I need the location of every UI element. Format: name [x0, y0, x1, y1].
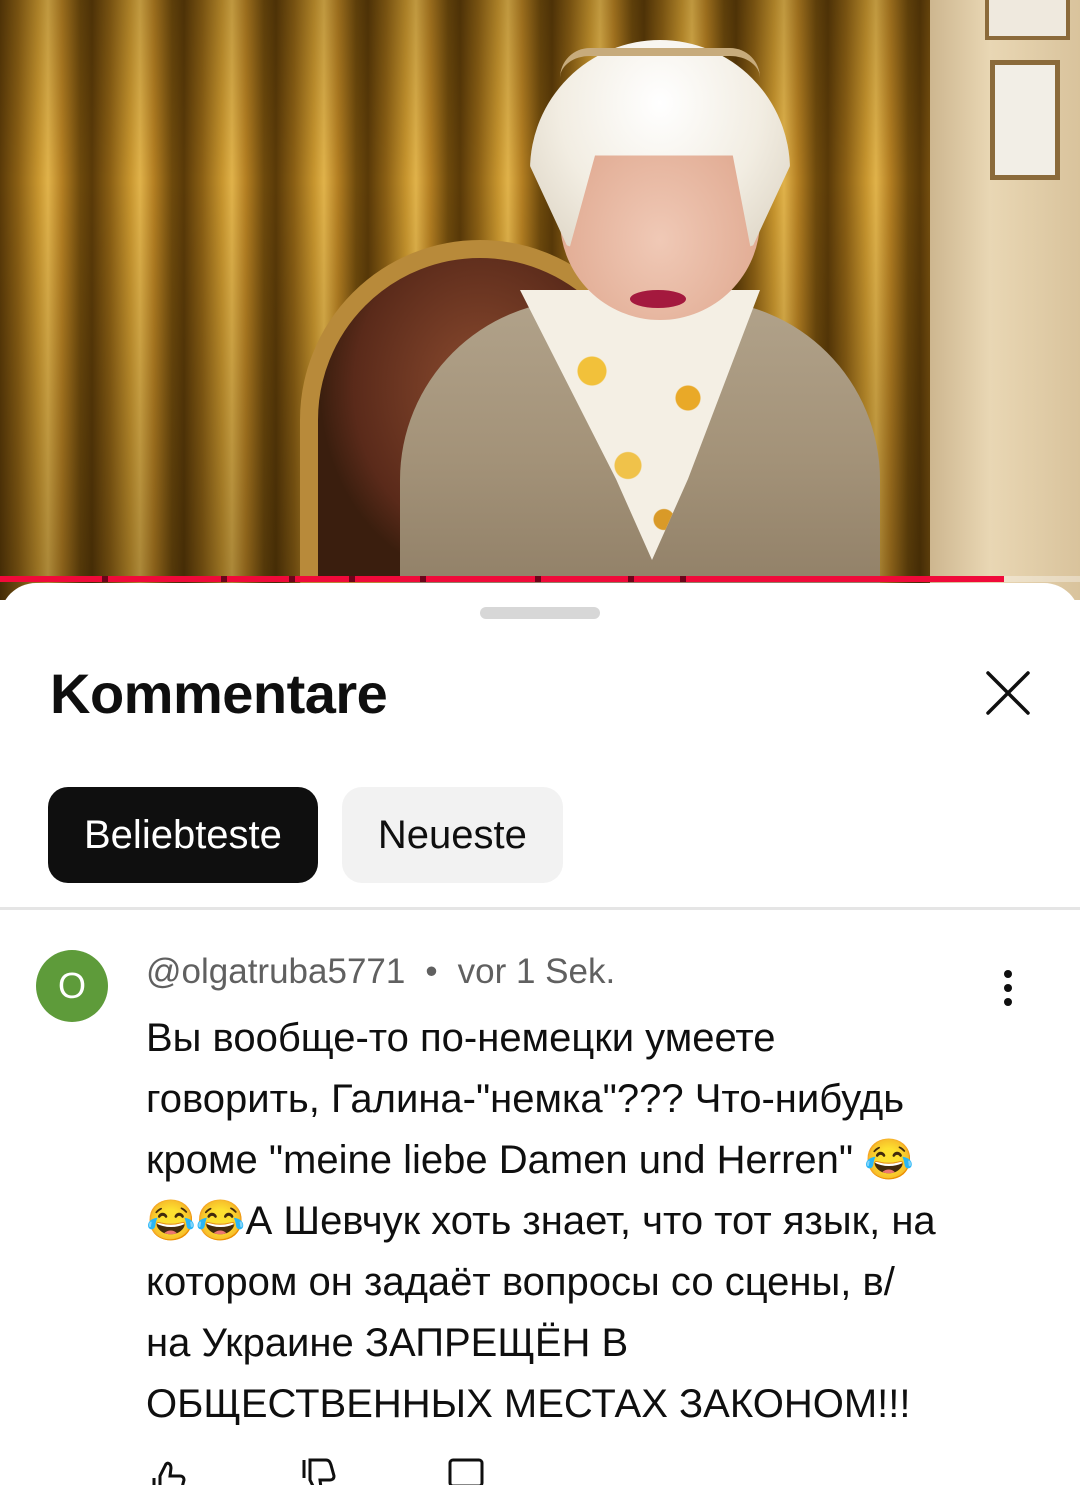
chip-beliebteste[interactable]: Beliebteste — [48, 787, 318, 883]
comment-time: vor 1 Sek. — [457, 952, 616, 991]
video-progress-fill — [0, 576, 1005, 582]
chapter-marker — [535, 576, 541, 582]
chapter-marker — [628, 576, 634, 582]
video-player[interactable] — [0, 0, 1080, 600]
close-button[interactable] — [976, 661, 1040, 725]
wall-certificate-frame — [990, 60, 1060, 180]
reply-icon[interactable] — [446, 1458, 486, 1485]
video-progress-bar[interactable] — [0, 576, 1080, 582]
sheet-title: Kommentare — [50, 662, 388, 725]
sheet-drag-handle[interactable] — [480, 607, 600, 619]
comment-actions — [146, 1458, 486, 1485]
wall-picture-frame — [985, 0, 1070, 40]
chip-neueste[interactable]: Neueste — [341, 787, 563, 883]
divider — [0, 907, 1080, 910]
chapter-marker — [289, 576, 295, 582]
chapter-marker — [102, 576, 108, 582]
like-icon[interactable] — [146, 1458, 186, 1485]
close-icon — [986, 671, 1030, 715]
sort-chips: Beliebteste Neueste — [48, 787, 563, 883]
comment-text: Вы вообще-то по-немецки умеете говорить,… — [146, 1016, 936, 1426]
separator-dot: • — [425, 952, 438, 991]
more-vert-icon — [1004, 970, 1012, 978]
comment-author[interactable]: @olgatruba5771 — [146, 952, 405, 991]
chapter-marker — [680, 576, 686, 582]
chapter-marker — [420, 576, 426, 582]
chapter-marker — [221, 576, 227, 582]
avatar[interactable]: O — [36, 950, 108, 1022]
comment-meta: @olgatruba5771 • vor 1 Sek. — [146, 952, 615, 992]
dislike-icon[interactable] — [296, 1458, 336, 1485]
chapter-marker — [349, 576, 355, 582]
comments-sheet: Kommentare Beliebteste Neueste O @olgatr… — [0, 583, 1080, 1485]
